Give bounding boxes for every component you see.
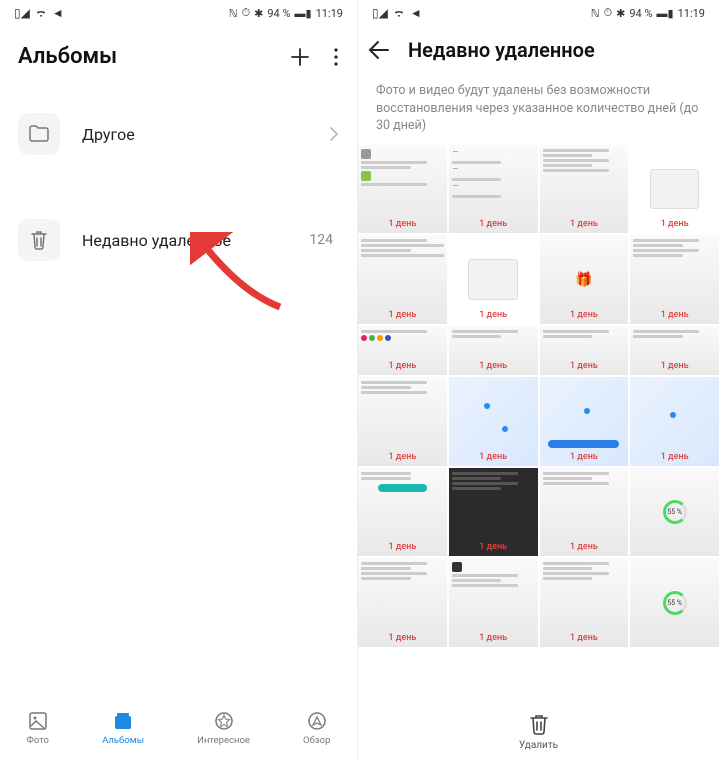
signal-icon: ▯◢ xyxy=(372,6,388,20)
album-list: Другое Недавно удаленное 124 xyxy=(0,89,357,285)
thumbnail[interactable]: 1 день xyxy=(449,235,538,324)
signal-icon: ▯◢ xyxy=(14,6,30,20)
battery-icon: ▬▮ xyxy=(657,7,674,20)
thumbnail[interactable]: 1 день xyxy=(358,558,447,647)
thumbnail[interactable]: 1 день xyxy=(630,326,719,375)
recently-deleted-count: 124 xyxy=(309,232,333,248)
thumbnail[interactable]: ⌔⌔⌔1 день xyxy=(449,145,538,234)
nfc-icon: ℕ xyxy=(229,7,238,20)
thumbnails-scroll[interactable]: 1 день ⌔⌔⌔1 день 1 день 1 день 1 день 1 … xyxy=(358,145,719,703)
back-button[interactable] xyxy=(368,40,390,60)
thumbnail[interactable]: 1 день xyxy=(449,468,538,557)
status-bar: ▯◢ ◄ ℕ ⏱ ✱ 94 % ▬▮ 11:19 xyxy=(0,0,357,26)
deleted-header: Недавно удаленное xyxy=(358,26,719,76)
thumbnail[interactable]: 1 день xyxy=(449,377,538,466)
thumbnail[interactable]: 1 день xyxy=(449,326,538,375)
nav-photo[interactable]: Фото xyxy=(27,711,49,746)
thumbnail[interactable]: 1 день xyxy=(540,326,629,375)
thumbnail[interactable]: 1 день xyxy=(540,145,629,234)
bottom-bar: Удалить xyxy=(358,702,719,760)
folder-icon xyxy=(18,113,60,155)
thumbnail[interactable]: 1 день xyxy=(358,326,447,375)
nav-interesting-label: Интересное xyxy=(197,735,250,746)
recently-deleted-label: Недавно удаленное xyxy=(82,231,287,250)
delete-button[interactable] xyxy=(528,712,550,736)
deleted-title: Недавно удаленное xyxy=(408,38,595,62)
status-left: ▯◢ ◄ xyxy=(372,6,422,20)
add-button[interactable] xyxy=(289,46,311,68)
wifi-icon xyxy=(392,7,406,19)
left-screen: ▯◢ ◄ ℕ ⏱ ✱ 94 % ▬▮ 11:19 Альбомы xyxy=(0,0,358,760)
bluetooth-icon: ✱ xyxy=(616,7,625,20)
status-right: ℕ ⏱ ✱ 94 % ▬▮ 11:19 xyxy=(229,6,343,20)
more-button[interactable] xyxy=(333,46,339,68)
thumbnail[interactable]: 1 день xyxy=(630,235,719,324)
info-text: Фото и видео будут удалены без возможнос… xyxy=(358,76,719,145)
other-album-label: Другое xyxy=(82,125,307,144)
status-right: ℕ ⏱ ✱ 94 % ▬▮ 11:19 xyxy=(591,6,705,20)
delete-label: Удалить xyxy=(519,740,558,751)
telegram-icon: ◄ xyxy=(52,6,64,20)
thumbnail[interactable]: 1 день xyxy=(358,468,447,557)
status-left: ▯◢ ◄ xyxy=(14,6,64,20)
albums-header: Альбомы xyxy=(0,26,357,89)
thumbnail[interactable]: 1 день xyxy=(540,558,629,647)
wifi-icon xyxy=(34,7,48,19)
recently-deleted-item[interactable]: Недавно удаленное 124 xyxy=(0,205,357,275)
thumbnail[interactable]: 55 % xyxy=(630,468,719,557)
battery-text: 94 % xyxy=(629,7,652,20)
nfc-icon: ℕ xyxy=(591,7,600,20)
telegram-icon: ◄ xyxy=(410,6,422,20)
thumbnail[interactable]: 1 день xyxy=(540,468,629,557)
other-album-item[interactable]: Другое xyxy=(0,99,357,169)
time-text: 11:19 xyxy=(316,7,343,20)
right-screen: ▯◢ ◄ ℕ ⏱ ✱ 94 % ▬▮ 11:19 Недавно удаленн… xyxy=(358,0,719,760)
nav-overview-label: Обзор xyxy=(303,735,330,746)
nav-albums-label: Альбомы xyxy=(102,735,144,746)
thumbnail[interactable]: 1 день xyxy=(540,377,629,466)
nav-overview[interactable]: Обзор xyxy=(303,711,330,746)
thumbnail[interactable]: 1 день xyxy=(630,145,719,234)
nav-interesting[interactable]: Интересное xyxy=(197,711,250,746)
thumbnail[interactable]: 1 день xyxy=(630,377,719,466)
alarm-icon: ⏱ xyxy=(604,6,613,20)
thumbnail[interactable]: 🎁1 день xyxy=(540,235,629,324)
thumbnail[interactable]: 1 день xyxy=(449,558,538,647)
page-title: Альбомы xyxy=(18,44,117,69)
nav-albums[interactable]: Альбомы xyxy=(102,711,144,746)
thumbnail[interactable]: 1 день xyxy=(358,235,447,324)
nav-photo-label: Фото xyxy=(27,735,49,746)
time-text: 11:19 xyxy=(678,7,705,20)
battery-icon: ▬▮ xyxy=(295,7,312,20)
bottom-nav: Фото Альбомы Интересное Обзор xyxy=(0,700,357,760)
battery-text: 94 % xyxy=(267,7,290,20)
thumbnail[interactable]: 55 % xyxy=(630,558,719,647)
thumbnail[interactable]: 1 день xyxy=(358,377,447,466)
alarm-icon: ⏱ xyxy=(242,6,251,20)
chevron-right-icon xyxy=(329,126,339,142)
bluetooth-icon: ✱ xyxy=(254,7,263,20)
trash-icon xyxy=(18,219,60,261)
thumbnail[interactable]: 1 день xyxy=(358,145,447,234)
status-bar: ▯◢ ◄ ℕ ⏱ ✱ 94 % ▬▮ 11:19 xyxy=(358,0,719,26)
thumbnails-grid: 1 день ⌔⌔⌔1 день 1 день 1 день 1 день 1 … xyxy=(358,145,719,648)
